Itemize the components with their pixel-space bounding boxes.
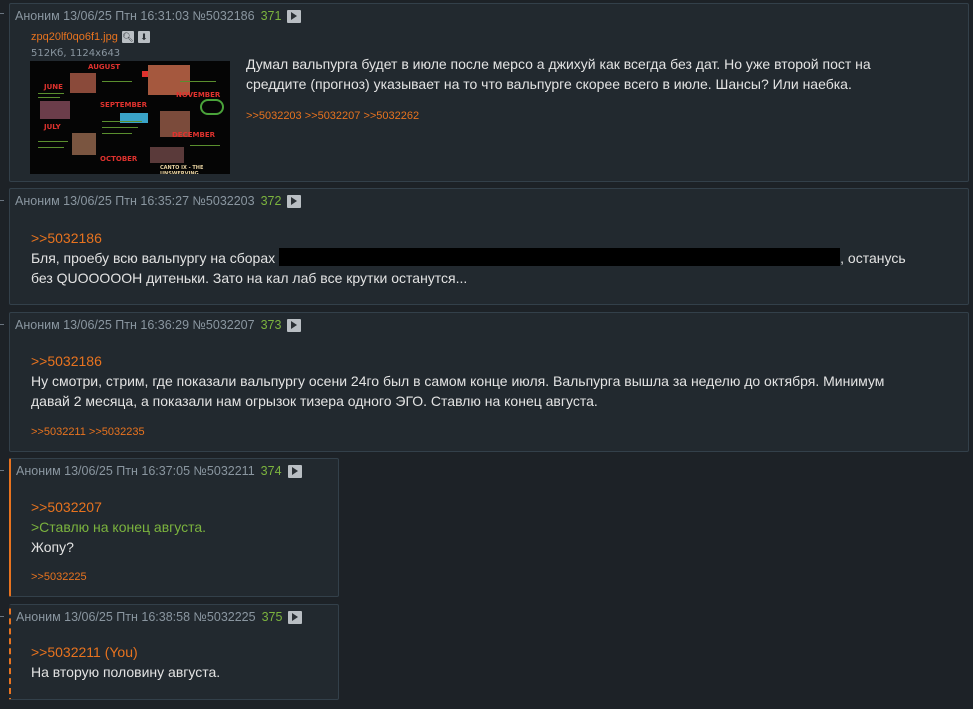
thumb-text-line <box>102 121 142 122</box>
post-header: Аноним 13/06/25 Птн 16:35:27 №5032203 37… <box>15 194 302 208</box>
post-text: , останусь <box>840 250 906 266</box>
post-number[interactable]: №5032225 <box>194 610 256 624</box>
attached-image-thumbnail[interactable]: AUGUST SEPTEMBER NOVEMBER DECEMBER OCTOB… <box>30 61 230 174</box>
post-author: Аноним <box>15 9 60 23</box>
thumb-label: OCTOBER <box>100 155 138 163</box>
post-menu-icon[interactable] <box>287 318 302 332</box>
post-line: без QUOOOOOH дитеньки. Зато на кал лаб в… <box>31 270 468 286</box>
post-line: давай 2 месяца, а показали нам огрызок т… <box>31 393 598 409</box>
post-datetime: 13/06/25 Птн 16:38:58 <box>64 610 191 624</box>
post-menu-icon[interactable] <box>288 610 303 624</box>
post-replies[interactable]: >>5032203 >>5032207 >>5032262 <box>246 110 419 122</box>
post-replies[interactable]: >>5032225 <box>31 571 87 583</box>
post-datetime: 13/06/25 Птн 16:36:29 <box>63 318 190 332</box>
post-datetime: 13/06/25 Птн 16:31:03 <box>63 9 190 23</box>
post-count: 374 <box>260 464 282 478</box>
post-line: Жопу? <box>31 539 74 555</box>
thumb-label: AUGUST <box>88 63 121 71</box>
thumb-label: JUNE <box>44 83 63 91</box>
post-line: Бля, проебу всю вальпургу на сборах , ост… <box>31 248 961 268</box>
thumb-label: SEPTEMBER <box>100 101 147 109</box>
post-count: 371 <box>260 9 282 23</box>
thumb-label: DECEMBER <box>172 131 215 139</box>
file-name[interactable]: zpq20lf0qo6f1.jpg <box>31 31 118 43</box>
thumb-text-line <box>38 93 64 94</box>
post-number[interactable]: №5032186 <box>193 9 255 23</box>
side-marker <box>0 13 4 14</box>
post-header: Аноним 13/06/25 Птн 16:36:29 №5032207 37… <box>15 318 302 332</box>
post-replies[interactable]: >>5032211 >>5032235 <box>31 426 145 438</box>
thumb-label: NOVEMBER <box>176 91 221 99</box>
thumb-text-line <box>102 127 138 128</box>
post-number[interactable]: №5032203 <box>193 194 255 208</box>
post-author: Аноним <box>16 464 61 478</box>
post-5032225: Аноним 13/06/25 Птн 16:38:58 №5032225 37… <box>9 604 339 700</box>
post-count: 372 <box>260 194 282 208</box>
quote-link[interactable]: >>5032186 <box>31 351 966 371</box>
thumb-text-line <box>190 145 220 146</box>
post-text: Бля, проебу всю вальпургу на сборах <box>31 250 276 266</box>
quote-link[interactable]: >>5032211 (You) <box>31 642 331 662</box>
post-author: Аноним <box>15 194 60 208</box>
greentext: >Ставлю на конец августа. <box>31 519 207 535</box>
thumb-badge <box>142 71 148 77</box>
side-marker <box>0 616 4 617</box>
post-line: Ну смотри, стрим, где показали вальпургу… <box>31 373 885 389</box>
post-datetime: 13/06/25 Птн 16:35:27 <box>63 194 190 208</box>
post-line: Думал вальпурга будет в июле после мерсо… <box>246 56 871 72</box>
thumb-photo <box>150 147 184 163</box>
post-datetime: 13/06/25 Птн 16:37:05 <box>64 464 191 478</box>
post-line: среддите (прогноз) указывает на то что в… <box>246 76 852 92</box>
thumb-text-line <box>102 81 132 82</box>
post-body: >>5032186 Ну смотри, стрим, где показали… <box>31 351 966 411</box>
thumb-text-line <box>38 147 64 148</box>
side-marker <box>0 470 4 471</box>
post-header: Аноним 13/06/25 Птн 16:31:03 №5032186 37… <box>15 9 302 23</box>
post-5032211: Аноним 13/06/25 Птн 16:37:05 №5032211 37… <box>9 458 339 597</box>
post-menu-icon[interactable] <box>287 194 302 208</box>
post-5032186: Аноним 13/06/25 Птн 16:31:03 №5032186 37… <box>9 3 969 182</box>
thumb-text-line <box>38 141 68 142</box>
post-body: >>5032186 Бля, проебу всю вальпургу на с… <box>31 228 961 288</box>
search-icon[interactable]: 🔍︎ <box>121 31 134 43</box>
post-body: >>5032207 >Ставлю на конец августа. Жопу… <box>31 497 331 557</box>
thumb-badge <box>200 99 224 115</box>
post-5032203: Аноним 13/06/25 Птн 16:35:27 №5032203 37… <box>9 188 969 305</box>
post-menu-icon[interactable] <box>287 9 302 23</box>
redacted-block <box>279 248 841 266</box>
thumb-text-line <box>38 97 60 98</box>
post-5032207: Аноним 13/06/25 Птн 16:36:29 №5032207 37… <box>9 312 969 452</box>
side-marker <box>0 200 4 201</box>
post-line: На вторую половину августа. <box>31 664 221 680</box>
thumb-label: CANTO IX - THE UNSWERVING <box>160 165 204 174</box>
file-meta: 512Кб, 1124x643 <box>31 48 121 59</box>
quote-link[interactable]: >>5032207 <box>31 497 331 517</box>
post-count: 375 <box>261 610 283 624</box>
thumb-photo <box>72 133 96 155</box>
post-count: 373 <box>260 318 282 332</box>
post-header: Аноним 13/06/25 Птн 16:37:05 №5032211 37… <box>16 464 302 478</box>
download-icon[interactable]: ⬇ <box>137 31 150 43</box>
thumb-photo <box>40 101 70 119</box>
post-number[interactable]: №5032211 <box>194 464 255 478</box>
post-body: >>5032211 (You) На вторую половину авгус… <box>31 642 331 682</box>
thumb-text-line <box>180 81 216 82</box>
post-body: Думал вальпурга будет в июле после мерсо… <box>246 54 961 94</box>
file-link[interactable]: zpq20lf0qo6f1.jpg 🔍︎ ⬇ <box>31 31 150 43</box>
thumb-text-line <box>102 133 132 134</box>
post-author: Аноним <box>16 610 61 624</box>
quote-link[interactable]: >>5032186 <box>31 228 961 248</box>
post-header: Аноним 13/06/25 Птн 16:38:58 №5032225 37… <box>16 610 303 624</box>
post-author: Аноним <box>15 318 60 332</box>
thumb-photo <box>70 73 96 93</box>
side-marker <box>0 324 4 325</box>
thumb-label: JULY <box>44 123 61 131</box>
post-menu-icon[interactable] <box>287 464 302 478</box>
post-number[interactable]: №5032207 <box>193 318 255 332</box>
